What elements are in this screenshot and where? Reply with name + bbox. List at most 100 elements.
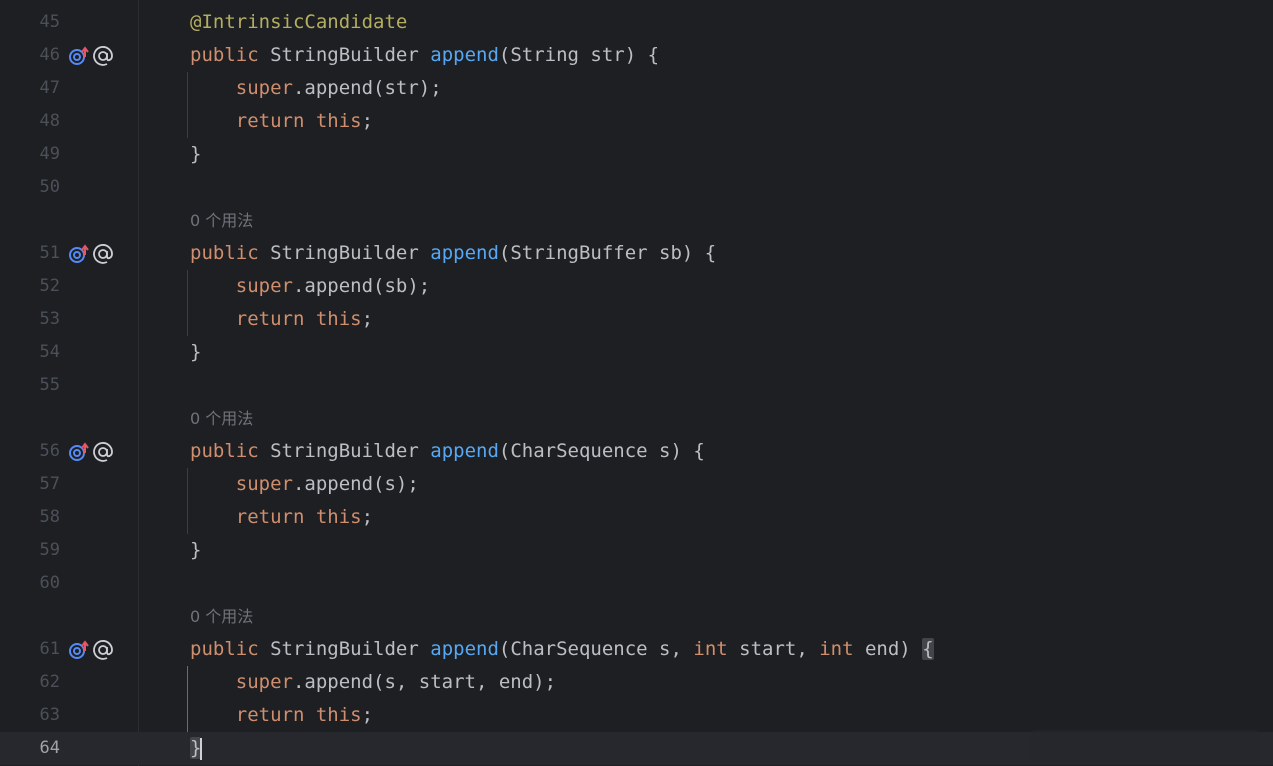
keyword-token: this: [315, 506, 362, 528]
usage-hint-line: 0 个用法: [0, 204, 1273, 237]
annotation-at-icon[interactable]: [92, 441, 114, 463]
code-token: ;: [361, 308, 374, 330]
keyword-token: super: [235, 473, 293, 495]
code-line[interactable]: 52 super.append(sb);: [0, 270, 1273, 303]
type-token: StringBuilder: [270, 44, 419, 66]
usage-hint-line: 0 个用法: [0, 402, 1273, 435]
line-number[interactable]: 46: [0, 39, 60, 72]
gutter-icons: [68, 237, 114, 270]
params-token: start,: [727, 638, 820, 660]
keyword-token: this: [315, 308, 362, 330]
keyword-token: return: [235, 308, 305, 330]
line-number[interactable]: 53: [0, 303, 60, 336]
code-line[interactable]: 57 super.append(s);: [0, 468, 1273, 501]
keyword-token: return: [235, 506, 305, 528]
usage-hint-line: 0 个用法: [0, 600, 1273, 633]
line-number[interactable]: 55: [0, 369, 60, 402]
code-text: super.append(sb);: [190, 270, 430, 303]
brace-token: }: [190, 341, 202, 363]
method-token: append: [430, 242, 499, 264]
keyword-token: super: [235, 77, 293, 99]
code-text: }: [190, 336, 201, 369]
method-token: append: [430, 638, 499, 660]
code-line[interactable]: 56 public StringBuilder append(CharSeque…: [0, 435, 1273, 468]
code-line[interactable]: 62 super.append(s, start, end);: [0, 666, 1273, 699]
gutter-icons: [68, 633, 114, 666]
code-line[interactable]: 45 @IntrinsicCandidate: [0, 6, 1273, 39]
code-line[interactable]: 63 return this;: [0, 699, 1273, 732]
code-line[interactable]: 46 public StringBuilder append(String st…: [0, 39, 1273, 72]
gutter-icons: [68, 39, 114, 72]
code-line[interactable]: 59 }: [0, 534, 1273, 567]
overrides-method-icon[interactable]: [68, 45, 90, 67]
overrides-method-icon[interactable]: [68, 243, 90, 265]
type-token: StringBuilder: [270, 440, 419, 462]
code-token: .append(sb);: [292, 275, 431, 297]
code-line[interactable]: 51 public StringBuilder append(StringBuf…: [0, 237, 1273, 270]
code-line[interactable]: 60: [0, 567, 1273, 600]
usage-hint[interactable]: 0 个用法: [190, 402, 253, 435]
usage-hint[interactable]: 0 个用法: [190, 204, 253, 237]
line-number[interactable]: 62: [0, 666, 60, 699]
code-line[interactable]: 54 }: [0, 336, 1273, 369]
keyword-token: int: [819, 638, 854, 660]
brace-token: }: [190, 539, 202, 561]
code-token: ;: [361, 110, 374, 132]
code-text: public StringBuilder append(CharSequence…: [190, 435, 705, 468]
code-editor[interactable]: 45 @IntrinsicCandidate 46 public StringB…: [0, 0, 1273, 766]
code-token: .append(s, start, end);: [292, 671, 557, 693]
method-token: append: [430, 44, 499, 66]
keyword-token: return: [235, 110, 305, 132]
code-line[interactable]: 48 return this;: [0, 105, 1273, 138]
line-number[interactable]: 59: [0, 534, 60, 567]
overrides-method-icon[interactable]: [68, 639, 90, 661]
keyword-token: public: [190, 440, 259, 462]
code-token: .append(str);: [292, 77, 442, 99]
overrides-method-icon[interactable]: [68, 441, 90, 463]
code-text: return this;: [190, 105, 373, 138]
code-text: public StringBuilder append(String str) …: [190, 39, 659, 72]
annotation-at-icon[interactable]: [92, 45, 114, 67]
code-line[interactable]: 58 return this;: [0, 501, 1273, 534]
keyword-token: return: [235, 704, 305, 726]
annotation-at-icon[interactable]: [92, 639, 114, 661]
line-number-current[interactable]: 64: [0, 732, 60, 765]
line-number[interactable]: 56: [0, 435, 60, 468]
matched-brace-highlight: {: [922, 638, 934, 660]
line-number[interactable]: 58: [0, 501, 60, 534]
code-line[interactable]: 49 }: [0, 138, 1273, 171]
line-number[interactable]: 47: [0, 72, 60, 105]
line-number[interactable]: 48: [0, 105, 60, 138]
line-number[interactable]: 45: [0, 6, 60, 39]
code-line[interactable]: 55: [0, 369, 1273, 402]
usage-hint[interactable]: 0 个用法: [190, 600, 253, 633]
code-token: .append(s);: [292, 473, 419, 495]
keyword-token: super: [235, 671, 293, 693]
watermark-area: [1030, 730, 1260, 762]
annotation-at-icon[interactable]: [92, 243, 114, 265]
method-token: append: [430, 440, 499, 462]
annotation-token: @IntrinsicCandidate: [190, 11, 408, 33]
line-number[interactable]: 57: [0, 468, 60, 501]
code-line[interactable]: 50: [0, 171, 1273, 204]
line-number[interactable]: 54: [0, 336, 60, 369]
keyword-token: public: [190, 638, 259, 660]
code-line[interactable]: 53 return this;: [0, 303, 1273, 336]
code-text: }: [190, 534, 201, 567]
line-number[interactable]: 52: [0, 270, 60, 303]
code-token: ;: [361, 506, 374, 528]
line-number[interactable]: 51: [0, 237, 60, 270]
code-text: super.append(s, start, end);: [190, 666, 556, 699]
line-number[interactable]: 50: [0, 171, 60, 204]
line-number[interactable]: 63: [0, 699, 60, 732]
code-text: }: [190, 732, 203, 765]
code-line[interactable]: 47 super.append(str);: [0, 72, 1273, 105]
line-number[interactable]: 61: [0, 633, 60, 666]
line-number[interactable]: 60: [0, 567, 60, 600]
line-number[interactable]: 49: [0, 138, 60, 171]
type-token: StringBuilder: [270, 638, 419, 660]
params-token: (CharSequence s,: [498, 638, 694, 660]
code-line[interactable]: 61 public StringBuilder append(CharSeque…: [0, 633, 1273, 666]
code-text: return this;: [190, 699, 373, 732]
code-text: @IntrinsicCandidate: [190, 6, 407, 39]
